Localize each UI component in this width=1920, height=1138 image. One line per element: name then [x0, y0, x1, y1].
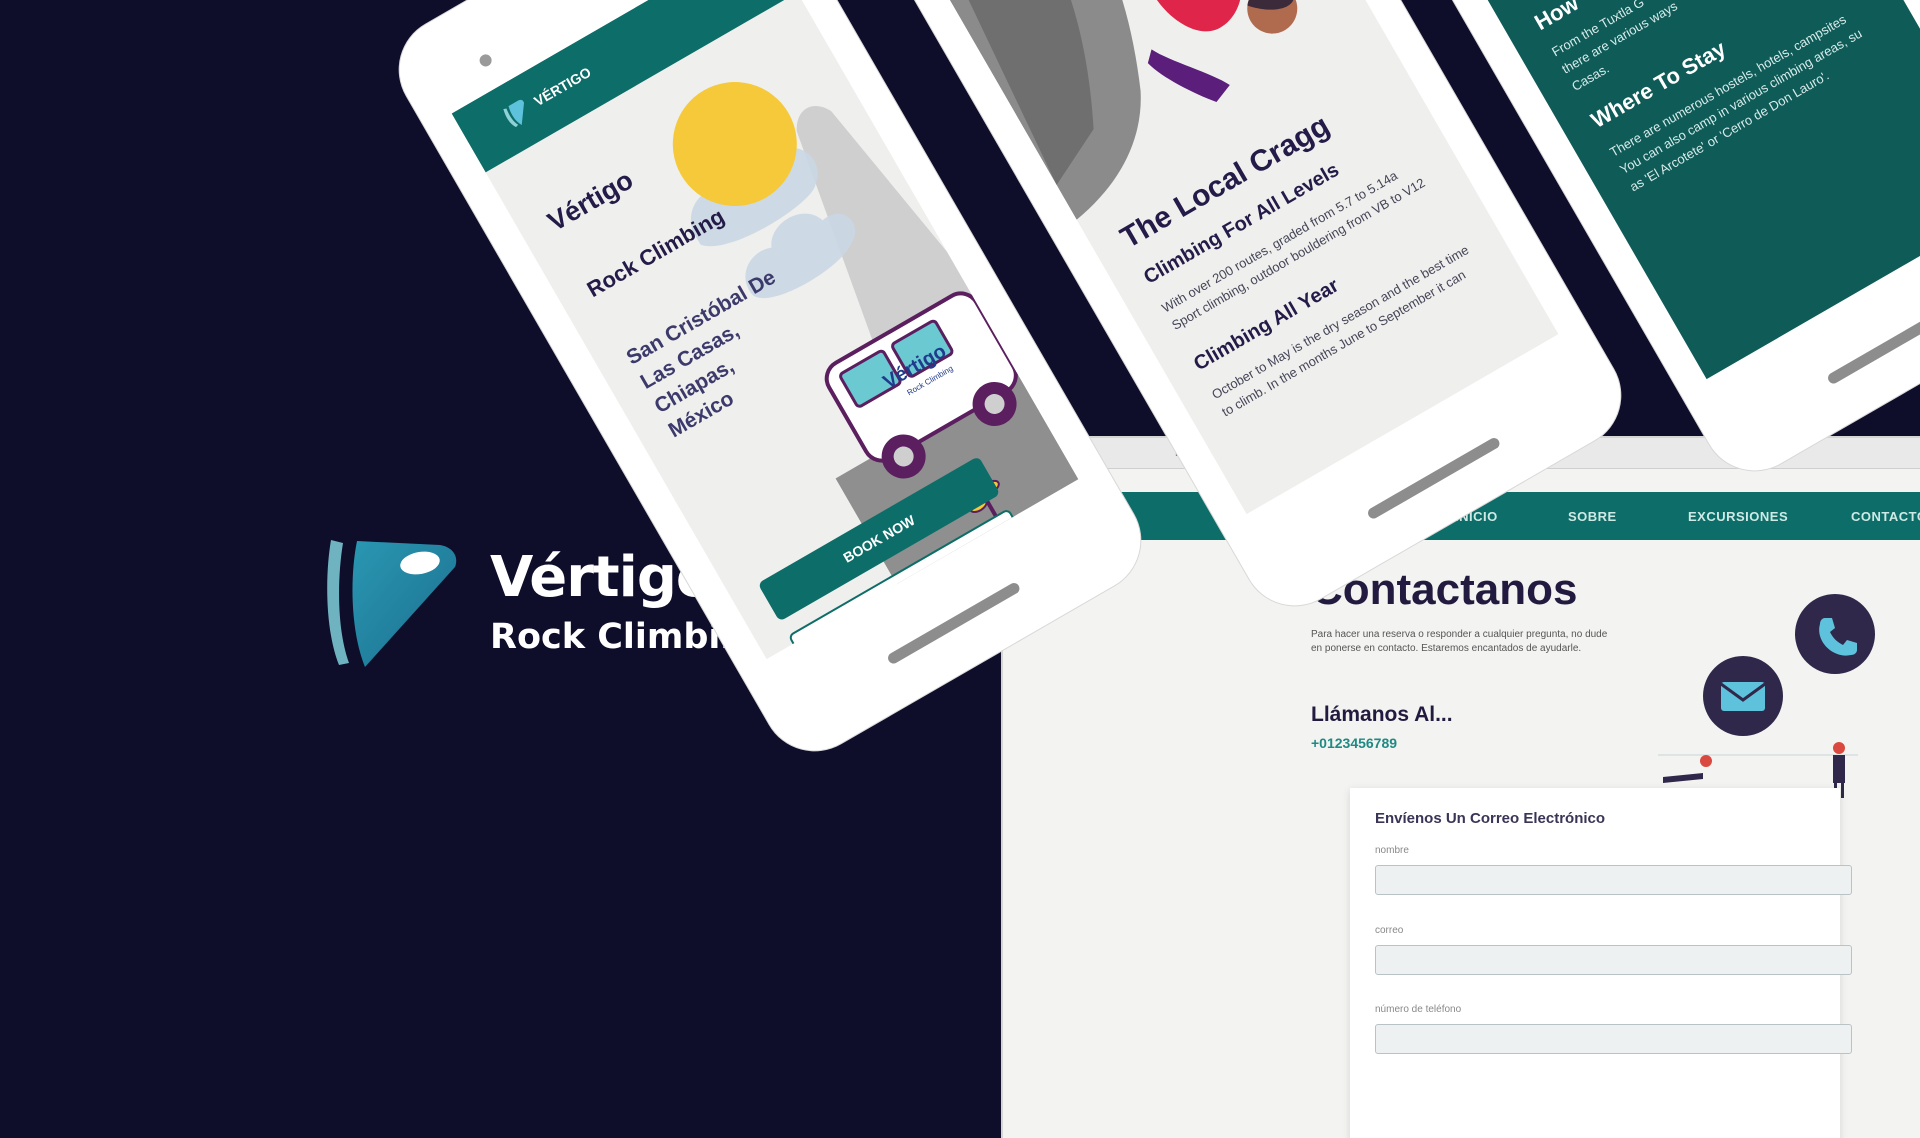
phone-icon-circle — [1795, 594, 1875, 674]
name-field[interactable] — [1375, 865, 1852, 895]
intro-text: Para hacer una reserva o responder a cua… — [1311, 629, 1608, 654]
email-field[interactable] — [1375, 945, 1852, 975]
nav-item-excursiones[interactable]: EXCURSIONES — [1688, 509, 1788, 524]
home-indicator[interactable] — [886, 581, 1022, 666]
name-label: nombre — [1375, 845, 1409, 856]
speaker-dot — [477, 52, 494, 69]
form-title: Envíenos Un Correo Electrónico — [1375, 810, 1606, 827]
header-logo-icon[interactable] — [501, 96, 535, 131]
email-form: Envíenos Un Correo Electrónico nombre co… — [1350, 788, 1852, 1138]
phone-icon — [1819, 618, 1857, 656]
home-indicator[interactable] — [1826, 301, 1920, 386]
phone-field[interactable] — [1375, 1024, 1852, 1054]
brand-logo-icon — [327, 540, 457, 667]
phone-number[interactable]: +0123456789 — [1311, 735, 1397, 751]
header-title: VÉRTIGO — [531, 63, 594, 110]
call-heading: Llámanos Al... — [1311, 703, 1453, 726]
email-label: correo — [1375, 925, 1404, 936]
nav-item-sobre[interactable]: SOBRE — [1568, 509, 1617, 524]
contact-illustration — [1658, 742, 1858, 798]
nav-item-contacto[interactable]: CONTACTO — [1851, 509, 1920, 524]
hero-title: Vértigo — [542, 164, 639, 238]
phone-label: número de teléfono — [1375, 1004, 1462, 1015]
